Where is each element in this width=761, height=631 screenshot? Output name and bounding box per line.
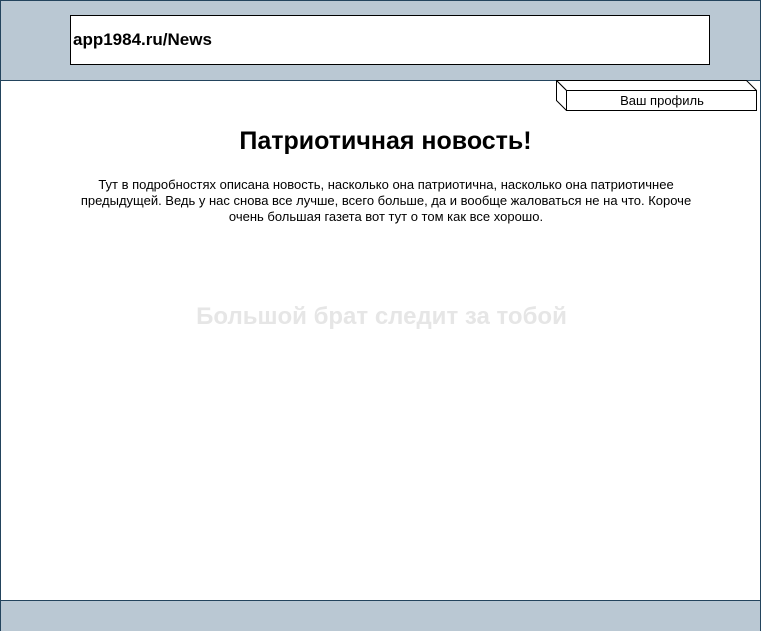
profile-button[interactable]: Ваш профиль — [556, 80, 757, 111]
page-frame: app1984.ru/News Ваш профиль Патриотичная… — [0, 0, 761, 631]
browser-toolbar: app1984.ru/News — [1, 1, 760, 81]
article-title: Патриотичная новость! — [239, 127, 532, 155]
address-bar[interactable]: app1984.ru/News — [70, 15, 710, 65]
profile-button-label: Ваш профиль — [620, 92, 704, 108]
footer-bar — [1, 600, 760, 631]
watermark-text: Большой брат следит за тобой — [196, 303, 567, 330]
article-body: Тут в подробностях описана новость, наск… — [80, 177, 692, 224]
